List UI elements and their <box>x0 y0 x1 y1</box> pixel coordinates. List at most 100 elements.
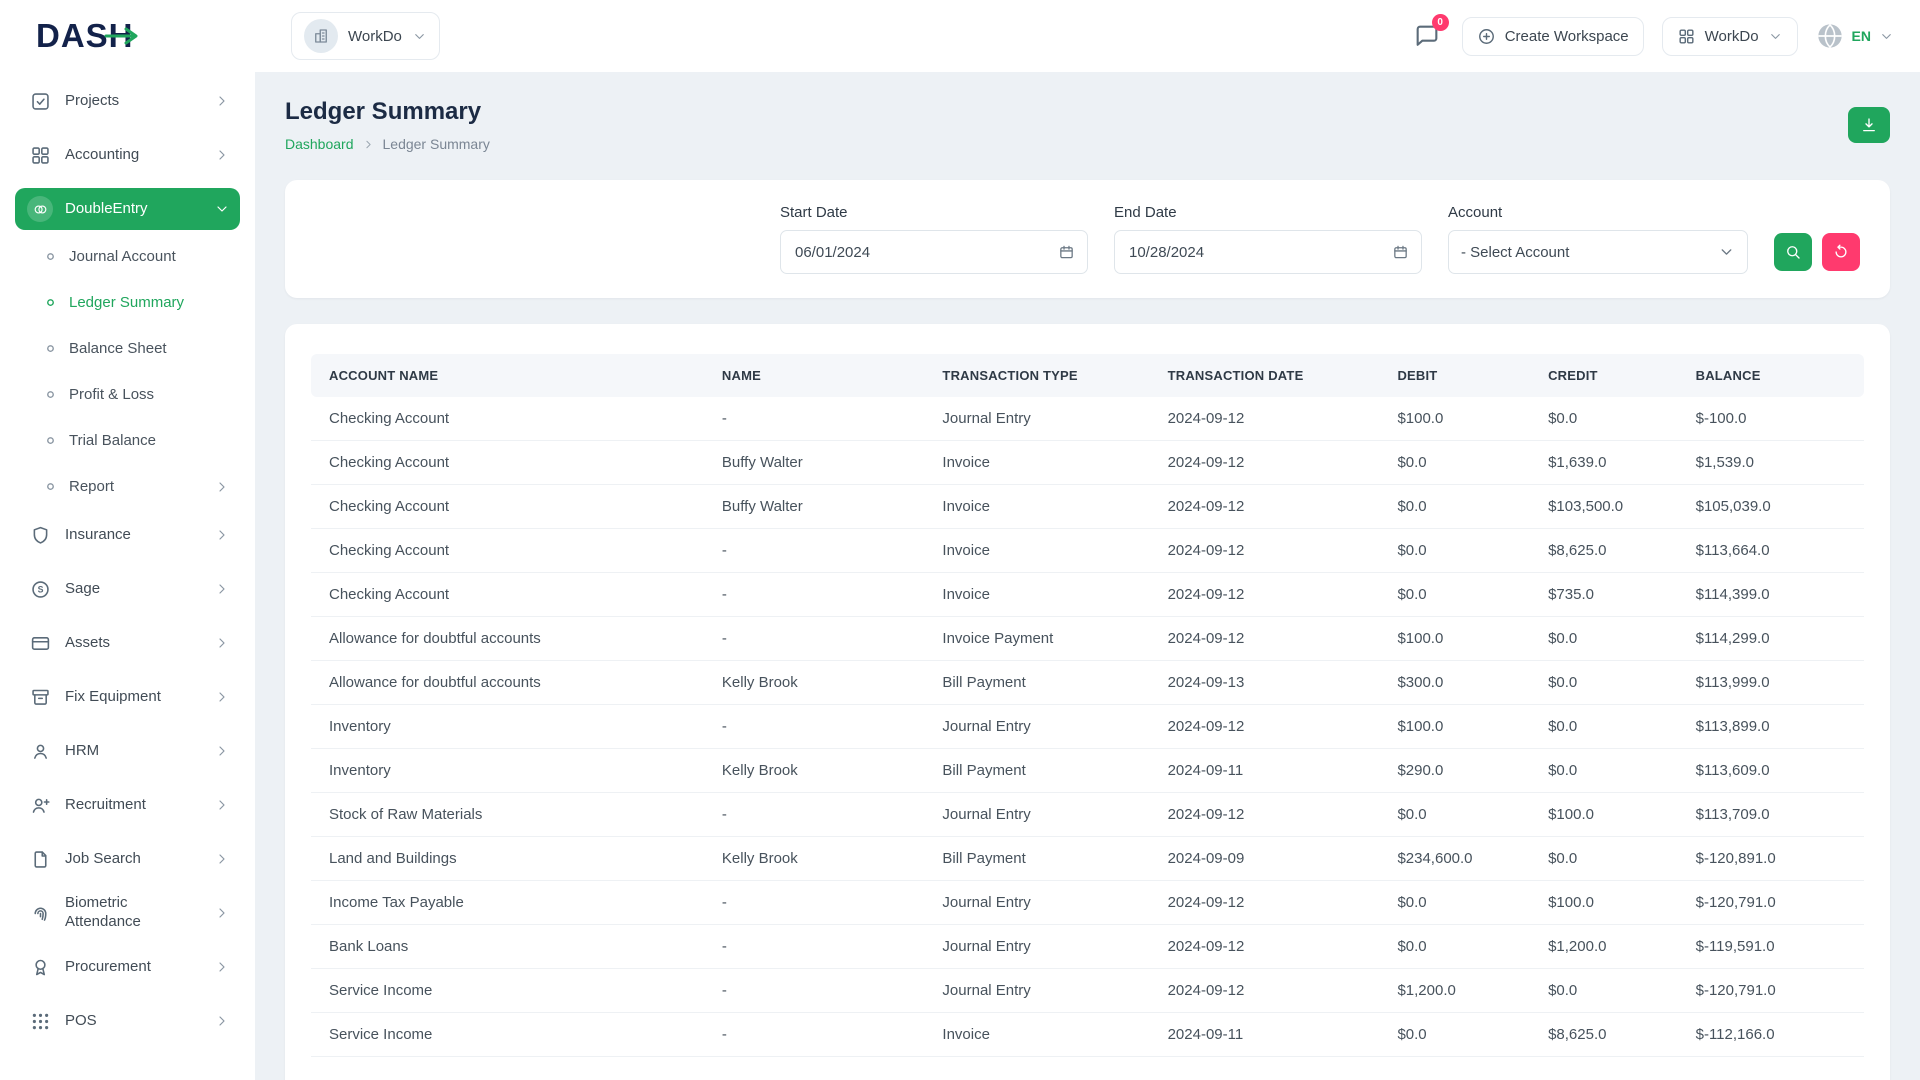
breadcrumb-dashboard-link[interactable]: Dashboard <box>285 136 354 152</box>
messages-button[interactable]: 0 <box>1410 19 1444 53</box>
chevron-right-icon <box>214 581 230 597</box>
sidebar-subitem-label: Ledger Summary <box>69 294 184 311</box>
sidebar-subitem-label: Balance Sheet <box>69 340 167 357</box>
chevron-right-icon <box>214 851 230 867</box>
sidebar-subitem-profit-loss[interactable]: Profit & Loss <box>31 376 240 413</box>
sage-s-circle-icon: S <box>30 579 51 600</box>
table-cell: 2024-09-12 <box>1150 617 1380 661</box>
download-button[interactable] <box>1848 107 1890 143</box>
sidebar-subitem-trial-balance[interactable]: Trial Balance <box>31 422 240 459</box>
sidebar-item-label: Job Search <box>65 850 185 869</box>
main-content: Ledger Summary Dashboard Ledger Summary … <box>255 0 1920 1080</box>
sidebar-item-label: Recruitment <box>65 796 185 815</box>
table-row: Land and BuildingsKelly BrookBill Paymen… <box>311 837 1864 881</box>
table-cell: Buffy Walter <box>704 441 925 485</box>
sidebar-item-sage[interactable]: S Sage <box>15 568 240 610</box>
table-cell: $114,299.0 <box>1678 617 1864 661</box>
table-row: Allowance for doubtful accounts-Invoice … <box>311 617 1864 661</box>
table-cell: 2024-09-12 <box>1150 705 1380 749</box>
table-cell: Invoice <box>924 573 1149 617</box>
sidebar-item-assets[interactable]: Assets <box>15 622 240 664</box>
table-header-row: ACCOUNT NAME NAME TRANSACTION TYPE TRANS… <box>311 354 1864 397</box>
sidebar-item-pos[interactable]: POS <box>15 1000 240 1042</box>
table-cell: Bill Payment <box>924 661 1149 705</box>
sidebar-subitem-ledger-summary[interactable]: Ledger Summary <box>31 284 240 321</box>
create-workspace-button[interactable]: Create Workspace <box>1462 17 1644 56</box>
chevron-down-icon <box>1879 29 1894 44</box>
table-cell: 2024-09-12 <box>1150 925 1380 969</box>
workspace-switcher[interactable]: WorkDo <box>291 12 440 60</box>
table-row: Checking Account-Journal Entry2024-09-12… <box>311 397 1864 441</box>
table-cell: - <box>704 1013 925 1057</box>
top-header: DASH WorkDo 0 Create Workspace <box>0 0 1920 72</box>
sidebar-subitem-journal-account[interactable]: Journal Account <box>31 238 240 275</box>
sidebar-subitem-balance-sheet[interactable]: Balance Sheet <box>31 330 240 367</box>
table-cell: $0.0 <box>1530 749 1678 793</box>
table-row: Allowance for doubtful accountsKelly Bro… <box>311 661 1864 705</box>
table-cell: $-120,791.0 <box>1678 969 1864 1013</box>
dot-circle-icon <box>45 251 56 262</box>
sidebar-item-procurement[interactable]: Procurement <box>15 946 240 988</box>
medal-icon <box>30 957 51 978</box>
table-cell: 2024-09-12 <box>1150 397 1380 441</box>
table-cell: 2024-09-12 <box>1150 573 1380 617</box>
workdo-menu-label: WorkDo <box>1705 28 1759 45</box>
dash-logo[interactable]: DASH <box>0 17 255 55</box>
ledger-table: ACCOUNT NAME NAME TRANSACTION TYPE TRANS… <box>311 354 1864 1057</box>
account-select[interactable]: - Select Account <box>1448 230 1748 274</box>
table-cell: Journal Entry <box>924 925 1149 969</box>
download-icon <box>1860 116 1878 134</box>
table-row: Stock of Raw Materials-Journal Entry2024… <box>311 793 1864 837</box>
chevron-right-icon <box>214 527 230 543</box>
start-date-input[interactable] <box>780 230 1088 274</box>
column-header-transaction-type: TRANSACTION TYPE <box>924 354 1149 397</box>
table-cell: $0.0 <box>1379 1013 1530 1057</box>
ledger-table-body: Checking Account-Journal Entry2024-09-12… <box>311 397 1864 1057</box>
table-cell: Inventory <box>311 749 704 793</box>
create-workspace-label: Create Workspace <box>1505 28 1629 45</box>
sidebar-item-accounting[interactable]: Accounting <box>15 134 240 176</box>
table-cell: Invoice Payment <box>924 617 1149 661</box>
header-actions: 0 Create Workspace WorkDo EN <box>1410 17 1894 56</box>
search-button[interactable] <box>1774 233 1812 271</box>
table-cell: Journal Entry <box>924 397 1149 441</box>
sidebar-item-label: HRM <box>65 742 185 761</box>
sidebar-item-fix-equipment[interactable]: Fix Equipment <box>15 676 240 718</box>
table-cell: Invoice <box>924 1013 1149 1057</box>
workdo-menu-button[interactable]: WorkDo <box>1662 17 1798 56</box>
filter-card: Start Date End Date Account - Select <box>285 180 1890 298</box>
table-cell: 2024-09-12 <box>1150 485 1380 529</box>
fingerprint-icon <box>30 903 51 924</box>
sidebar: Projects Accounting DoubleEntry Journal … <box>0 72 255 1080</box>
table-cell: - <box>704 617 925 661</box>
sidebar-item-label: Accounting <box>65 146 185 165</box>
table-cell: $0.0 <box>1379 485 1530 529</box>
breadcrumb: Dashboard Ledger Summary <box>285 136 490 152</box>
table-cell: Buffy Walter <box>704 485 925 529</box>
reset-button[interactable] <box>1822 233 1860 271</box>
table-cell: Kelly Brook <box>704 837 925 881</box>
sidebar-item-biometric-attendance[interactable]: Biometric Attendance <box>15 892 240 934</box>
table-row: Checking AccountBuffy WalterInvoice2024-… <box>311 441 1864 485</box>
sidebar-item-recruitment[interactable]: Recruitment <box>15 784 240 826</box>
table-cell: Stock of Raw Materials <box>311 793 704 837</box>
table-cell: - <box>704 969 925 1013</box>
table-cell: 2024-09-12 <box>1150 881 1380 925</box>
table-cell: $735.0 <box>1530 573 1678 617</box>
sidebar-subitem-report[interactable]: Report <box>31 468 240 505</box>
table-cell: Journal Entry <box>924 793 1149 837</box>
language-selector[interactable]: EN <box>1816 22 1894 50</box>
table-cell: $100.0 <box>1379 397 1530 441</box>
table-cell: Checking Account <box>311 485 704 529</box>
sidebar-item-hrm[interactable]: HRM <box>15 730 240 772</box>
building-icon <box>312 27 330 45</box>
sidebar-item-insurance[interactable]: Insurance <box>15 514 240 556</box>
sidebar-item-projects[interactable]: Projects <box>15 80 240 122</box>
end-date-input[interactable] <box>1114 230 1422 274</box>
sidebar-item-job-search[interactable]: Job Search <box>15 838 240 880</box>
sidebar-item-doubleentry[interactable]: DoubleEntry <box>15 188 240 230</box>
table-row: Service Income-Invoice2024-09-11$0.0$8,6… <box>311 1013 1864 1057</box>
document-icon <box>30 849 51 870</box>
table-cell: $113,899.0 <box>1678 705 1864 749</box>
table-cell: Kelly Brook <box>704 749 925 793</box>
